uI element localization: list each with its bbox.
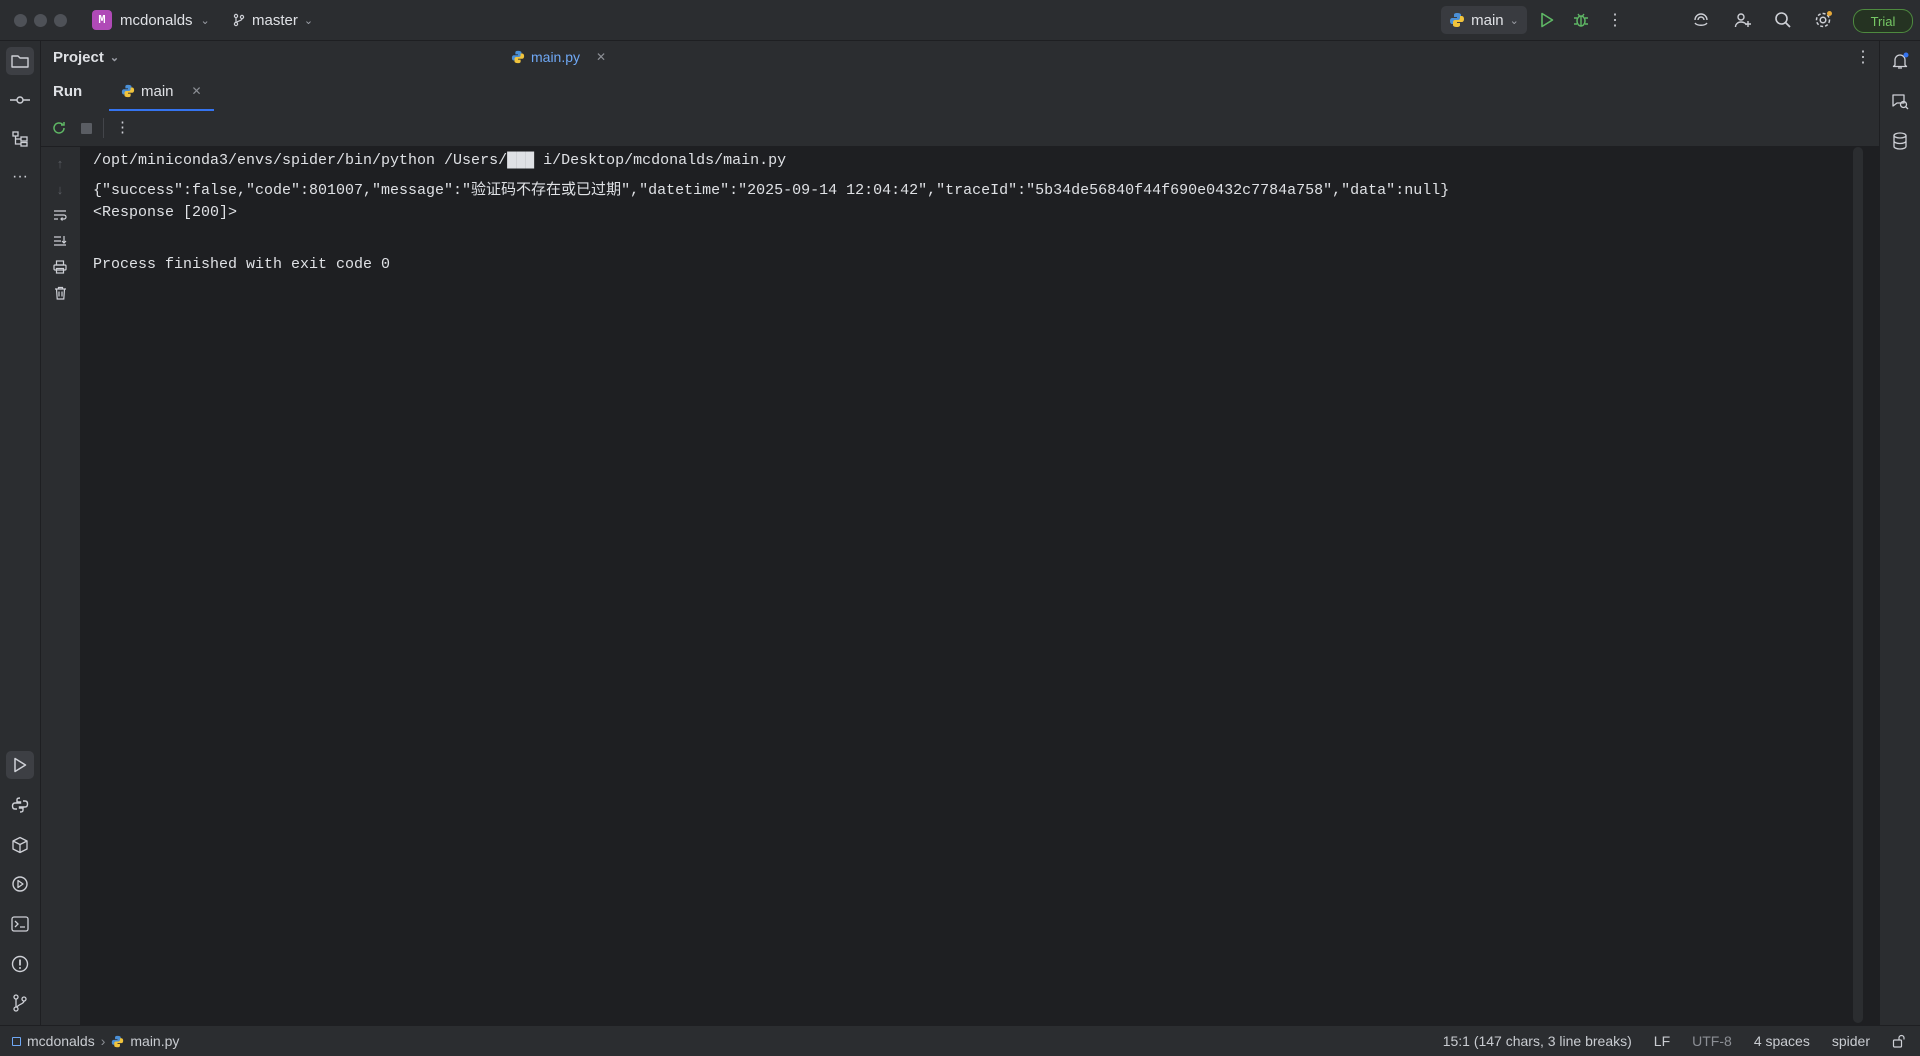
more-tools-icon[interactable]: ··· — [6, 163, 34, 191]
indent-setting[interactable]: 4 spaces — [1754, 1033, 1810, 1049]
console-line: /opt/miniconda3/envs/spider/bin/python /… — [93, 152, 787, 169]
run-tool-icon[interactable] — [6, 751, 34, 779]
run-config-selector[interactable]: main ⌄ — [1441, 6, 1527, 34]
project-folder-icon[interactable] — [6, 47, 34, 75]
vertical-scrollbar[interactable] — [1853, 147, 1863, 1023]
search-icon[interactable] — [1772, 9, 1794, 31]
branch-icon — [232, 13, 246, 27]
trial-badge[interactable]: Trial — [1853, 9, 1913, 33]
run-icon[interactable] — [1536, 9, 1558, 31]
more-actions-icon[interactable]: ⋮ — [1604, 9, 1626, 31]
database-icon[interactable] — [1886, 127, 1914, 155]
ai-chat-icon[interactable] — [1886, 87, 1914, 115]
module-icon — [12, 1036, 21, 1046]
status-bar: mcdonalds › main.py 15:1 (147 chars, 3 l… — [0, 1025, 1920, 1056]
window-zoom-button[interactable] — [54, 14, 67, 27]
python-file-icon — [111, 1035, 124, 1048]
title-bar: M mcdonalds ⌄ master ⌄ main ⌄ ⋮ Trial — [0, 0, 1920, 41]
notifications-bell-icon[interactable] — [1886, 47, 1914, 75]
python-icon — [121, 84, 135, 98]
scroll-to-end-icon[interactable] — [49, 230, 71, 252]
git-icon[interactable] — [6, 989, 34, 1017]
trash-icon[interactable] — [49, 282, 71, 304]
commit-icon[interactable] — [6, 86, 34, 114]
up-arrow-icon[interactable]: ↑ — [49, 152, 71, 174]
rerun-icon[interactable] — [51, 120, 67, 136]
chevron-down-icon: ⌄ — [303, 14, 314, 27]
console-line: {"success":false,"code":801007,"message"… — [93, 182, 1450, 199]
project-name: mcdonalds — [120, 11, 193, 29]
chevron-right-icon: › — [100, 1033, 106, 1049]
window-close-button[interactable] — [14, 14, 27, 27]
terminal-icon[interactable] — [6, 910, 34, 938]
run-panel-header: Run main ✕ — [41, 73, 1879, 112]
chevron-down-icon: ⌄ — [1509, 14, 1519, 27]
panel-header: Project ⌄ main.py ✕ ⋮ — [41, 41, 1879, 73]
problems-icon[interactable] — [6, 950, 34, 978]
python-interpreter[interactable]: spider — [1832, 1033, 1870, 1049]
breadcrumb: mcdonalds › main.py — [12, 1033, 179, 1049]
ai-assistant-icon[interactable] — [1690, 9, 1712, 31]
breadcrumb-project[interactable]: mcdonalds — [27, 1033, 95, 1049]
down-arrow-icon[interactable]: ↓ — [49, 178, 71, 200]
project-switcher[interactable]: M mcdonalds ⌄ — [92, 9, 210, 31]
run-tab-label: main — [141, 82, 174, 100]
code-with-me-icon[interactable] — [1732, 9, 1754, 31]
python-packages-icon[interactable] — [6, 831, 34, 859]
chevron-down-icon: ⌄ — [109, 52, 120, 64]
more-options-icon[interactable]: ⋮ — [115, 118, 130, 136]
console-actions: ↑ ↓ — [41, 147, 80, 1025]
stop-icon[interactable] — [81, 123, 92, 134]
close-icon[interactable]: ✕ — [596, 50, 606, 64]
project-label: Project — [53, 49, 104, 66]
editor-tab-label: main.py — [531, 49, 581, 65]
run-panel-title: Run — [53, 83, 83, 100]
project-view-selector[interactable]: Project ⌄ — [53, 49, 119, 66]
python-icon — [1449, 12, 1465, 28]
services-icon[interactable] — [6, 870, 34, 898]
chevron-down-icon: ⌄ — [200, 14, 210, 27]
editor-tab-main-py[interactable]: main.py ✕ — [511, 49, 606, 65]
branch-switcher[interactable]: master ⌄ — [232, 9, 313, 31]
tab-options-icon[interactable]: ⋮ — [1855, 47, 1871, 67]
console-line: <Response [200]> — [93, 204, 238, 221]
settings-gear-icon[interactable] — [1812, 9, 1834, 31]
unlock-icon[interactable] — [1892, 1034, 1906, 1048]
breadcrumb-file[interactable]: main.py — [130, 1033, 179, 1049]
file-encoding[interactable]: UTF-8 — [1692, 1033, 1732, 1049]
python-console-icon[interactable] — [6, 791, 34, 819]
toolbar-divider — [103, 118, 104, 138]
console-output[interactable]: /opt/miniconda3/envs/spider/bin/python /… — [80, 147, 1865, 1025]
python-file-icon — [511, 50, 525, 64]
window-minimize-button[interactable] — [34, 14, 47, 27]
run-config-name: main — [1471, 11, 1504, 29]
console-line: Process finished with exit code 0 — [93, 256, 391, 273]
soft-wrap-icon[interactable] — [49, 204, 71, 226]
line-separator[interactable]: LF — [1654, 1033, 1670, 1049]
branch-name: master — [252, 11, 298, 29]
caret-position[interactable]: 15:1 (147 chars, 3 line breaks) — [1443, 1033, 1632, 1049]
left-toolbar: ··· — [0, 41, 41, 1025]
project-badge: M — [92, 10, 112, 30]
debug-icon[interactable] — [1570, 9, 1592, 31]
status-widgets: 15:1 (147 chars, 3 line breaks) LF UTF-8… — [1443, 1033, 1906, 1049]
run-tab-main[interactable]: main ✕ — [109, 73, 214, 111]
right-toolbar — [1879, 41, 1920, 1025]
print-icon[interactable] — [49, 256, 71, 278]
structure-icon[interactable] — [6, 125, 34, 153]
close-icon[interactable]: ✕ — [192, 84, 202, 98]
run-toolbar: ⋮ — [41, 111, 1879, 147]
